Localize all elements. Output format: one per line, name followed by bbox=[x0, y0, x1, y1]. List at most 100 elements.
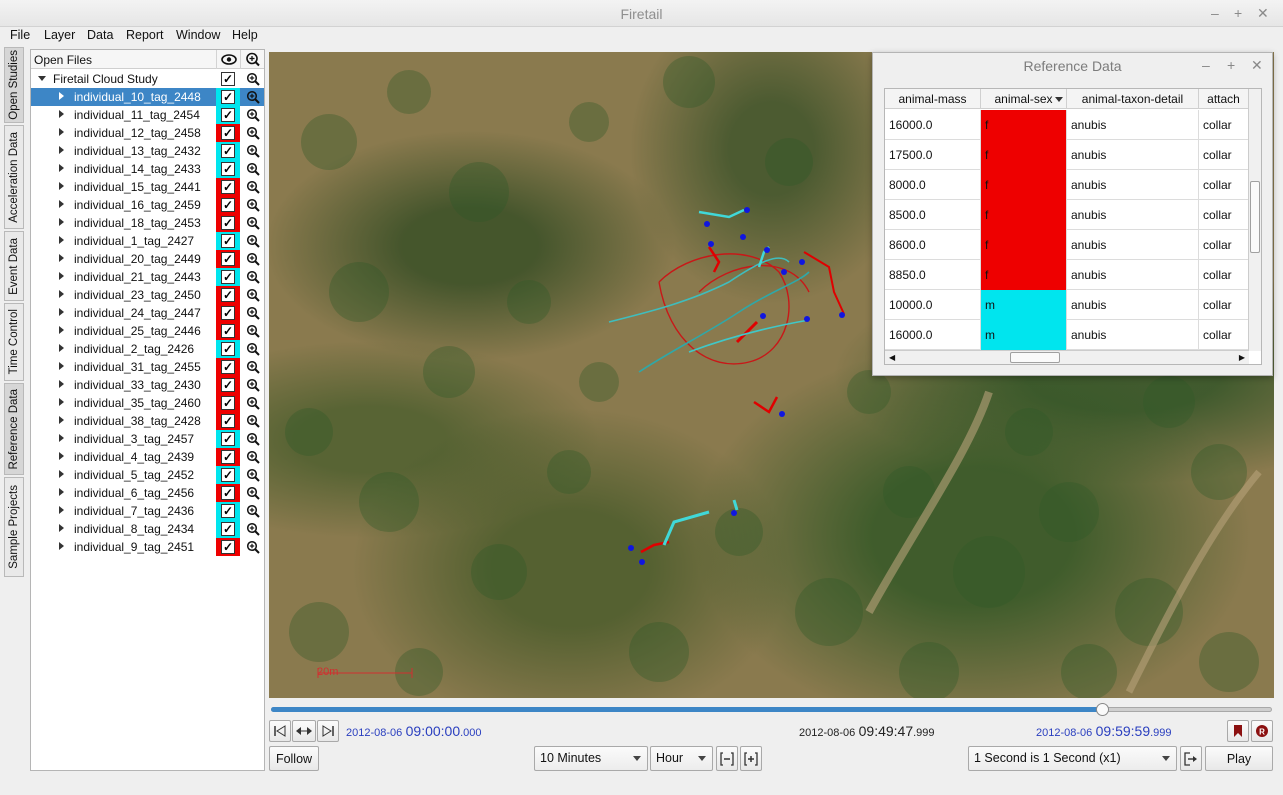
tab-sample-projects[interactable]: Sample Projects bbox=[4, 477, 24, 577]
zoom-in-icon[interactable] bbox=[246, 198, 260, 212]
menu-layer[interactable]: Layer bbox=[44, 28, 75, 42]
tab-event-data[interactable]: Event Data bbox=[4, 231, 24, 301]
tree-item-row[interactable]: individual_1_tag_2427 ✓ bbox=[31, 232, 264, 250]
visibility-checkbox[interactable]: ✓ bbox=[216, 520, 240, 538]
menu-window[interactable]: Window bbox=[176, 28, 220, 42]
maximize-icon[interactable]: + bbox=[1227, 57, 1235, 73]
col-animal-mass[interactable]: animal-mass bbox=[885, 89, 981, 109]
chevron-right-icon[interactable] bbox=[59, 308, 64, 316]
export-button[interactable] bbox=[1180, 746, 1202, 771]
zoom-in-icon[interactable] bbox=[246, 432, 260, 446]
table-row[interactable]: 8600.0 f anubis collar bbox=[885, 230, 1249, 260]
zoom-in-icon[interactable] bbox=[246, 360, 260, 374]
zoom-in-icon[interactable] bbox=[246, 468, 260, 482]
zoom-in-icon[interactable] bbox=[246, 324, 260, 338]
step-button[interactable] bbox=[292, 720, 316, 742]
tree-item-row[interactable]: individual_11_tag_2454 ✓ bbox=[31, 106, 264, 124]
table-row[interactable]: 8850.0 f anubis collar bbox=[885, 260, 1249, 290]
tab-time-control[interactable]: Time Control bbox=[4, 303, 24, 381]
table-row[interactable]: 8000.0 f anubis collar bbox=[885, 170, 1249, 200]
visibility-checkbox[interactable]: ✓ bbox=[216, 304, 240, 322]
visibility-checkbox[interactable]: ✓ bbox=[216, 430, 240, 448]
chevron-right-icon[interactable] bbox=[59, 398, 64, 406]
chevron-right-icon[interactable] bbox=[59, 470, 64, 478]
visibility-checkbox[interactable]: ✓ bbox=[216, 394, 240, 412]
chevron-right-icon[interactable] bbox=[59, 254, 64, 262]
zoom-in-icon[interactable] bbox=[246, 126, 260, 140]
zoom-column[interactable] bbox=[240, 50, 264, 69]
zoom-in-icon[interactable] bbox=[246, 378, 260, 392]
visibility-checkbox[interactable]: ✓ bbox=[216, 484, 240, 502]
playback-speed-select[interactable]: 1 Second is 1 Second (x1) bbox=[968, 746, 1177, 771]
bookmark-button[interactable] bbox=[1227, 720, 1249, 742]
chevron-right-icon[interactable] bbox=[59, 164, 64, 172]
visibility-column[interactable] bbox=[216, 50, 240, 69]
time-slider[interactable] bbox=[269, 703, 1274, 717]
scroll-right-icon[interactable]: ▶ bbox=[1239, 353, 1245, 362]
tree-item-row[interactable]: individual_7_tag_2436 ✓ bbox=[31, 502, 264, 520]
tree-item-row[interactable]: individual_33_tag_2430 ✓ bbox=[31, 376, 264, 394]
visibility-checkbox[interactable]: ✓ bbox=[216, 286, 240, 304]
visibility-checkbox[interactable]: ✓ bbox=[216, 70, 240, 88]
chevron-right-icon[interactable] bbox=[59, 110, 64, 118]
zoom-in-time-button[interactable] bbox=[740, 746, 762, 771]
tree-item-row[interactable]: individual_5_tag_2452 ✓ bbox=[31, 466, 264, 484]
time-unit-select[interactable]: Hour bbox=[650, 746, 713, 771]
visibility-checkbox[interactable]: ✓ bbox=[216, 178, 240, 196]
visibility-checkbox[interactable]: ✓ bbox=[216, 106, 240, 124]
zoom-out-time-button[interactable] bbox=[716, 746, 738, 771]
tree-item-row[interactable]: individual_31_tag_2455 ✓ bbox=[31, 358, 264, 376]
visibility-checkbox[interactable]: ✓ bbox=[216, 502, 240, 520]
visibility-checkbox[interactable]: ✓ bbox=[216, 340, 240, 358]
chevron-right-icon[interactable] bbox=[59, 200, 64, 208]
chevron-right-icon[interactable] bbox=[59, 326, 64, 334]
tree-item-row[interactable]: individual_24_tag_2447 ✓ bbox=[31, 304, 264, 322]
zoom-in-icon[interactable] bbox=[246, 270, 260, 284]
tab-reference-data[interactable]: Reference Data bbox=[4, 383, 24, 475]
visibility-checkbox[interactable]: ✓ bbox=[216, 214, 240, 232]
menu-help[interactable]: Help bbox=[232, 28, 258, 42]
chevron-right-icon[interactable] bbox=[59, 182, 64, 190]
tree-item-row[interactable]: individual_12_tag_2458 ✓ bbox=[31, 124, 264, 142]
zoom-in-icon[interactable] bbox=[246, 342, 260, 356]
visibility-checkbox[interactable]: ✓ bbox=[216, 538, 240, 556]
tree-item-row[interactable]: individual_38_tag_2428 ✓ bbox=[31, 412, 264, 430]
zoom-in-icon[interactable] bbox=[246, 216, 260, 230]
zoom-in-icon[interactable] bbox=[246, 234, 260, 248]
slider-handle[interactable] bbox=[1095, 703, 1109, 716]
tree-item-row[interactable]: individual_15_tag_2441 ✓ bbox=[31, 178, 264, 196]
menu-data[interactable]: Data bbox=[87, 28, 113, 42]
scroll-left-icon[interactable]: ◀ bbox=[889, 353, 895, 362]
chevron-right-icon[interactable] bbox=[59, 488, 64, 496]
chevron-right-icon[interactable] bbox=[59, 380, 64, 388]
chevron-right-icon[interactable] bbox=[59, 542, 64, 550]
record-button[interactable]: R bbox=[1251, 720, 1273, 742]
chevron-right-icon[interactable] bbox=[59, 434, 64, 442]
visibility-checkbox[interactable]: ✓ bbox=[216, 142, 240, 160]
play-button[interactable]: Play bbox=[1205, 746, 1273, 771]
table-row[interactable]: 17500.0 f anubis collar bbox=[885, 140, 1249, 170]
tree-item-row[interactable]: individual_21_tag_2443 ✓ bbox=[31, 268, 264, 286]
zoom-in-icon[interactable] bbox=[246, 540, 260, 554]
tree-item-row[interactable]: individual_14_tag_2433 ✓ bbox=[31, 160, 264, 178]
visibility-checkbox[interactable]: ✓ bbox=[216, 466, 240, 484]
zoom-in-icon[interactable] bbox=[246, 252, 260, 266]
horizontal-scrollbar[interactable]: ◀ ▶ bbox=[885, 350, 1249, 364]
chevron-right-icon[interactable] bbox=[59, 272, 64, 280]
tree-item-row[interactable]: individual_13_tag_2432 ✓ bbox=[31, 142, 264, 160]
zoom-in-icon[interactable] bbox=[246, 450, 260, 464]
zoom-in-icon[interactable] bbox=[246, 72, 260, 86]
tree-study-row[interactable]: Firetail Cloud Study ✓ bbox=[31, 70, 264, 88]
zoom-in-icon[interactable] bbox=[246, 414, 260, 428]
col-animal-sex[interactable]: animal-sex bbox=[981, 89, 1067, 109]
close-icon[interactable]: ✕ bbox=[1251, 57, 1263, 74]
chevron-right-icon[interactable] bbox=[59, 344, 64, 352]
visibility-checkbox[interactable]: ✓ bbox=[216, 250, 240, 268]
zoom-in-icon[interactable] bbox=[246, 306, 260, 320]
tree-item-row[interactable]: individual_35_tag_2460 ✓ bbox=[31, 394, 264, 412]
scroll-thumb[interactable] bbox=[1250, 181, 1260, 253]
visibility-checkbox[interactable]: ✓ bbox=[216, 412, 240, 430]
tree-item-row[interactable]: individual_20_tag_2449 ✓ bbox=[31, 250, 264, 268]
zoom-in-icon[interactable] bbox=[246, 162, 260, 176]
chevron-right-icon[interactable] bbox=[59, 452, 64, 460]
